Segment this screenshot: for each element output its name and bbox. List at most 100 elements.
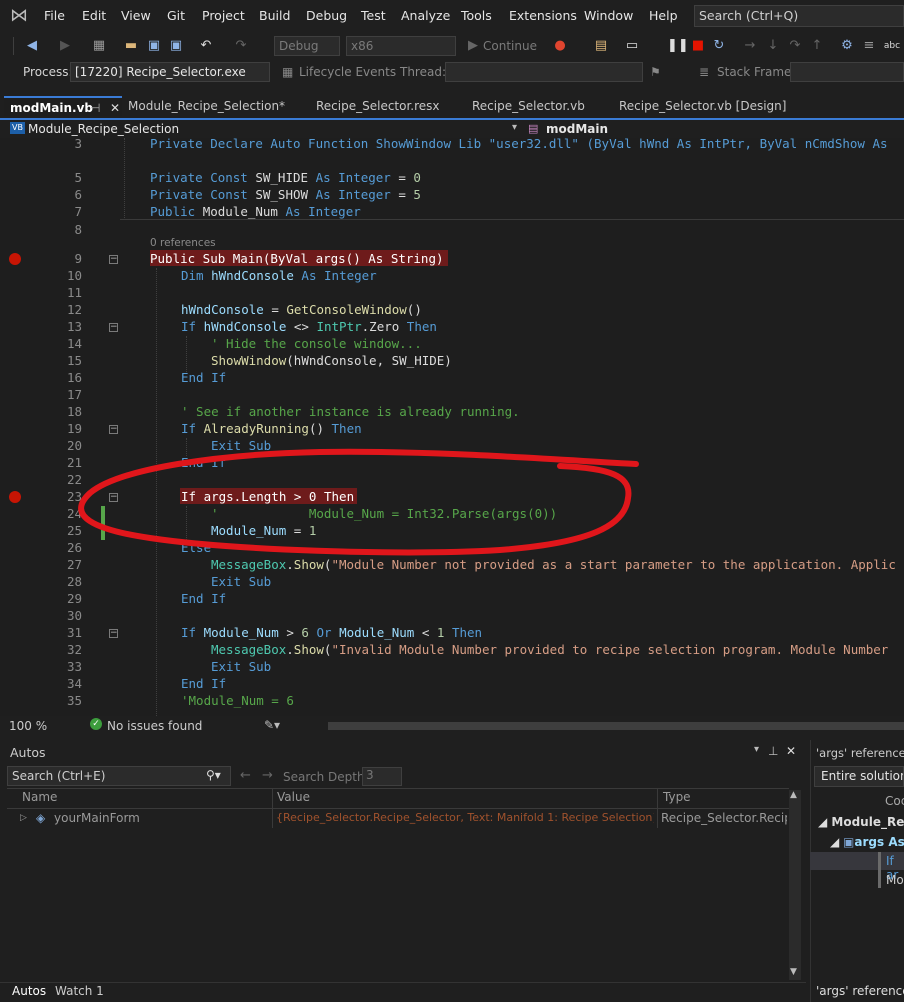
menu-test[interactable]: Test xyxy=(361,8,386,23)
search-back-icon[interactable]: ← xyxy=(240,768,251,783)
diagnostics-icon[interactable]: ⚙ xyxy=(838,37,856,55)
redo-icon[interactable]: ↷ xyxy=(232,37,250,55)
step-back-icon[interactable]: ↑ xyxy=(808,37,826,55)
tab-recipe-selector-resx[interactable]: Recipe_Selector.resx xyxy=(310,96,466,116)
new-item-icon[interactable]: ▦ xyxy=(90,37,108,55)
close-tab-icon[interactable]: ✕ xyxy=(110,98,120,118)
search-icon[interactable]: ⚲▾ xyxy=(206,768,221,782)
undo-icon[interactable]: ↶ xyxy=(197,37,215,55)
lifecycle-events-button[interactable]: Lifecycle Events xyxy=(299,65,396,79)
menu-extensions[interactable]: Extensions xyxy=(509,8,577,23)
menu-file[interactable]: File xyxy=(44,8,65,23)
object-icon: ◈ xyxy=(36,811,46,825)
issues-status[interactable]: No issues found xyxy=(107,719,202,733)
bottom-tabs-divider xyxy=(0,982,806,983)
pause-icon[interactable]: ❚❚ xyxy=(667,37,689,55)
check-icon: ✓ xyxy=(90,718,102,730)
tab-module-recipe-selection[interactable]: Module_Recipe_Selection* xyxy=(122,96,310,116)
pane-menu-icon[interactable]: ▾ xyxy=(754,744,759,755)
close-pane-icon[interactable]: ✕ xyxy=(786,744,796,758)
tab-recipe-selector-vb[interactable]: Recipe_Selector.vb xyxy=(466,96,613,116)
autos-search-placeholder: Search (Ctrl+E) xyxy=(12,769,106,783)
continue-button[interactable]: Continue xyxy=(483,39,537,53)
tab-label: Recipe_Selector.vb [Design] xyxy=(619,99,787,113)
search-depth-value: 3 xyxy=(366,768,374,782)
chevron-down-icon[interactable]: ▾ xyxy=(512,122,517,133)
save-all-icon[interactable]: ▣ xyxy=(167,37,185,55)
tab-modmain[interactable]: modMain.vb ⊣ ✕ xyxy=(4,96,122,116)
stop-icon[interactable]: ■ xyxy=(689,37,707,55)
visual-studio-logo-icon[interactable]: ⋈ xyxy=(10,6,32,26)
menu-edit[interactable]: Edit xyxy=(82,8,106,23)
search-forward-icon[interactable]: → xyxy=(262,768,273,783)
flag-icon[interactable]: ⚑ xyxy=(650,65,661,79)
platform-value: x86 xyxy=(351,39,374,53)
column-value[interactable]: Value xyxy=(277,790,310,808)
hot-reload-icon[interactable]: ● xyxy=(551,37,569,55)
open-folder-icon[interactable]: ▬ xyxy=(122,37,140,55)
menu-window[interactable]: Window xyxy=(584,8,633,23)
lifecycle-icon[interactable]: ▦ xyxy=(282,65,293,79)
brush-icon[interactable]: ✎▾ xyxy=(264,718,280,732)
tab-args-references[interactable]: 'args' references xyxy=(816,984,904,998)
menu-project[interactable]: Project xyxy=(202,8,245,23)
process-dropdown[interactable]: [17220] Recipe_Selector.exe xyxy=(70,62,270,82)
tab-autos[interactable]: Autos xyxy=(12,984,46,998)
horizontal-scrollbar[interactable] xyxy=(328,722,904,730)
code-editor[interactable]: 3 5 6 7 8 9 10 11 12 13 14 15 16 17 18 1… xyxy=(0,138,904,716)
platform-dropdown[interactable]: x86 xyxy=(346,36,456,56)
scroll-up-icon[interactable]: ▲ xyxy=(790,790,797,800)
comment-icon[interactable]: ≡ xyxy=(860,37,878,55)
tab-label: Recipe_Selector.vb xyxy=(472,99,585,113)
menu-analyze[interactable]: Analyze xyxy=(401,8,450,23)
menu-view[interactable]: View xyxy=(121,8,151,23)
member-dropdown[interactable]: modMain xyxy=(546,122,608,136)
ref-marker xyxy=(878,852,881,888)
config-dropdown[interactable]: Debug xyxy=(274,36,340,56)
row-value: {Recipe_Selector.Recipe_Selector, Text: … xyxy=(276,811,654,824)
play-icon[interactable]: ▶ xyxy=(464,37,482,55)
step-into-icon[interactable]: → xyxy=(741,37,759,55)
module-icon: ▤ xyxy=(528,122,539,135)
code-column-header[interactable]: Coc xyxy=(885,794,904,808)
search-box[interactable]: Search (Ctrl+Q) xyxy=(694,5,904,27)
menu-git[interactable]: Git xyxy=(167,8,185,23)
menu-debug[interactable]: Debug xyxy=(306,8,347,23)
spellcheck-icon[interactable]: abc xyxy=(883,37,901,55)
menu-tools[interactable]: Tools xyxy=(461,8,492,23)
restart-icon[interactable]: ↻ xyxy=(710,37,728,55)
autos-search-input[interactable]: Search (Ctrl+E) ⚲▾ xyxy=(7,766,231,786)
scope-value: Entire solution xyxy=(821,769,904,783)
pin-pane-icon[interactable]: ⊥ xyxy=(768,744,778,758)
forward-icon[interactable]: ▶ xyxy=(56,37,74,55)
pin-icon[interactable]: ⊣ xyxy=(90,98,100,118)
menu-build[interactable]: Build xyxy=(259,8,290,23)
scroll-down-icon[interactable]: ▼ xyxy=(790,967,797,977)
search-depth-dropdown[interactable]: 3 xyxy=(362,767,402,786)
tab-label: Recipe_Selector.resx xyxy=(316,99,440,113)
column-type[interactable]: Type xyxy=(663,790,691,808)
vertical-scrollbar[interactable]: ▲ ▼ xyxy=(789,790,801,980)
step-over-icon[interactable]: ↓ xyxy=(764,37,782,55)
step-out-icon[interactable]: ↷ xyxy=(786,37,804,55)
solution-explorer-icon[interactable]: ▤ xyxy=(592,37,610,55)
tab-label: modMain.vb xyxy=(10,101,94,115)
ref-tree-module[interactable]: ◢ Module_Reci xyxy=(818,815,904,829)
expand-icon[interactable]: ▷ xyxy=(20,813,27,823)
menu-help[interactable]: Help xyxy=(649,8,678,23)
thread-dropdown[interactable] xyxy=(445,62,643,82)
ref-tree-args-label: args As xyxy=(854,835,904,849)
type-dropdown[interactable]: Module_Recipe_Selection xyxy=(28,122,179,136)
scope-dropdown[interactable]: Entire solution xyxy=(814,766,904,787)
stack-frame-dropdown[interactable] xyxy=(790,62,904,82)
back-icon[interactable]: ◀ xyxy=(23,37,41,55)
ref-tree-args[interactable]: ◢ ▣args As xyxy=(830,835,904,849)
window-layout-icon[interactable]: ▭ xyxy=(623,37,641,55)
red-annotation-circle xyxy=(78,448,639,556)
column-name[interactable]: Name xyxy=(22,790,57,808)
zoom-dropdown[interactable]: 100 % xyxy=(9,719,47,733)
tab-watch-1[interactable]: Watch 1 xyxy=(55,984,104,998)
tab-recipe-selector-design[interactable]: Recipe_Selector.vb [Design] xyxy=(613,96,803,116)
save-icon[interactable]: ▣ xyxy=(145,37,163,55)
ref-item-2[interactable]: Mo xyxy=(886,873,904,887)
